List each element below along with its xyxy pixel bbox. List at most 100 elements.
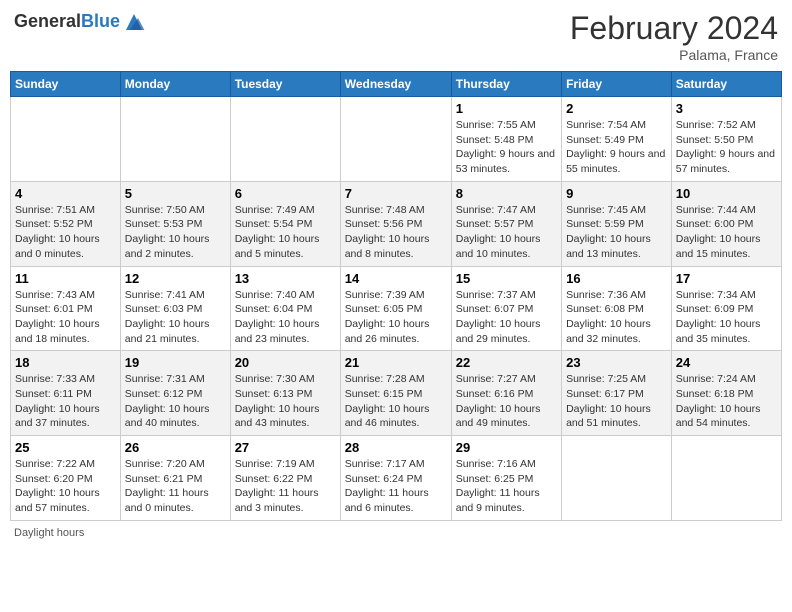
day-info: Sunrise: 7:45 AM Sunset: 5:59 PM Dayligh… (566, 203, 667, 262)
header-day: Friday (562, 72, 672, 97)
calendar-cell: 2 Sunrise: 7:54 AM Sunset: 5:49 PM Daylig… (562, 97, 672, 182)
logo-general: GeneralBlue (14, 12, 120, 32)
calendar-cell: 16 Sunrise: 7:36 AM Sunset: 6:08 PM Dayli… (562, 266, 672, 351)
calendar-cell: 19 Sunrise: 7:31 AM Sunset: 6:12 PM Dayli… (120, 351, 230, 436)
calendar-week-row: 25 Sunrise: 7:22 AM Sunset: 6:20 PM Dayli… (11, 436, 782, 521)
header-day: Thursday (451, 72, 561, 97)
calendar-cell: 12Sunrise: 7:41 AM Sunset: 6:03 PM Dayli… (120, 266, 230, 351)
calendar-week-row: 4 Sunrise: 7:51 AM Sunset: 5:52 PM Daylig… (11, 181, 782, 266)
logo: GeneralBlue (14, 10, 146, 34)
calendar-cell (11, 97, 121, 182)
day-number: 8 (456, 186, 557, 201)
day-info: Sunrise: 7:31 AM Sunset: 6:12 PM Dayligh… (125, 372, 226, 431)
calendar-cell: 9 Sunrise: 7:45 AM Sunset: 5:59 PM Daylig… (562, 181, 672, 266)
day-info: Sunrise: 7:37 AM Sunset: 6:07 PM Dayligh… (456, 288, 557, 347)
day-info: Sunrise: 7:22 AM Sunset: 6:20 PM Dayligh… (15, 457, 116, 516)
calendar-cell (340, 97, 451, 182)
calendar-week-row: 11Sunrise: 7:43 AM Sunset: 6:01 PM Dayli… (11, 266, 782, 351)
header-day: Tuesday (230, 72, 340, 97)
day-info: Sunrise: 7:24 AM Sunset: 6:18 PM Dayligh… (676, 372, 777, 431)
day-number: 27 (235, 440, 336, 455)
header-day: Wednesday (340, 72, 451, 97)
day-number: 11 (15, 271, 116, 286)
calendar-cell: 13Sunrise: 7:40 AM Sunset: 6:04 PM Dayli… (230, 266, 340, 351)
day-number: 25 (15, 440, 116, 455)
day-number: 2 (566, 101, 667, 116)
day-number: 21 (345, 355, 447, 370)
day-number: 6 (235, 186, 336, 201)
calendar-cell: 3 Sunrise: 7:52 AM Sunset: 5:50 PM Daylig… (671, 97, 781, 182)
day-number: 10 (676, 186, 777, 201)
day-number: 4 (15, 186, 116, 201)
title-area: February 2024 Palama, France (570, 10, 778, 63)
day-number: 12 (125, 271, 226, 286)
day-number: 16 (566, 271, 667, 286)
header-day: Sunday (11, 72, 121, 97)
calendar-cell (671, 436, 781, 521)
calendar-cell: 4 Sunrise: 7:51 AM Sunset: 5:52 PM Daylig… (11, 181, 121, 266)
day-info: Sunrise: 7:48 AM Sunset: 5:56 PM Dayligh… (345, 203, 447, 262)
footer: Daylight hours (10, 527, 782, 539)
day-info: Sunrise: 7:20 AM Sunset: 6:21 PM Dayligh… (125, 457, 226, 516)
calendar-cell: 28 Sunrise: 7:17 AM Sunset: 6:24 PM Dayli… (340, 436, 451, 521)
calendar-cell (562, 436, 672, 521)
day-number: 22 (456, 355, 557, 370)
calendar-cell: 23 Sunrise: 7:25 AM Sunset: 6:17 PM Dayli… (562, 351, 672, 436)
calendar-cell: 10 Sunrise: 7:44 AM Sunset: 6:00 PM Dayli… (671, 181, 781, 266)
location: Palama, France (570, 47, 778, 63)
day-number: 17 (676, 271, 777, 286)
day-info: Sunrise: 7:33 AM Sunset: 6:11 PM Dayligh… (15, 372, 116, 431)
day-number: 18 (15, 355, 116, 370)
header-day: Monday (120, 72, 230, 97)
day-info: Sunrise: 7:54 AM Sunset: 5:49 PM Dayligh… (566, 118, 667, 177)
calendar-cell: 17 Sunrise: 7:34 AM Sunset: 6:09 PM Dayli… (671, 266, 781, 351)
day-number: 14 (345, 271, 447, 286)
day-number: 29 (456, 440, 557, 455)
calendar-cell: 5 Sunrise: 7:50 AM Sunset: 5:53 PM Daylig… (120, 181, 230, 266)
calendar-cell: 8 Sunrise: 7:47 AM Sunset: 5:57 PM Daylig… (451, 181, 561, 266)
calendar-cell: 11Sunrise: 7:43 AM Sunset: 6:01 PM Dayli… (11, 266, 121, 351)
day-info: Sunrise: 7:47 AM Sunset: 5:57 PM Dayligh… (456, 203, 557, 262)
day-info: Sunrise: 7:50 AM Sunset: 5:53 PM Dayligh… (125, 203, 226, 262)
day-number: 26 (125, 440, 226, 455)
calendar-cell: 22 Sunrise: 7:27 AM Sunset: 6:16 PM Dayli… (451, 351, 561, 436)
day-info: Sunrise: 7:52 AM Sunset: 5:50 PM Dayligh… (676, 118, 777, 177)
day-number: 20 (235, 355, 336, 370)
calendar-cell: 1Sunrise: 7:55 AM Sunset: 5:48 PM Daylig… (451, 97, 561, 182)
day-info: Sunrise: 7:16 AM Sunset: 6:25 PM Dayligh… (456, 457, 557, 516)
day-info: Sunrise: 7:25 AM Sunset: 6:17 PM Dayligh… (566, 372, 667, 431)
day-number: 1 (456, 101, 557, 116)
calendar-cell: 24 Sunrise: 7:24 AM Sunset: 6:18 PM Dayli… (671, 351, 781, 436)
day-info: Sunrise: 7:44 AM Sunset: 6:00 PM Dayligh… (676, 203, 777, 262)
day-number: 9 (566, 186, 667, 201)
day-info: Sunrise: 7:27 AM Sunset: 6:16 PM Dayligh… (456, 372, 557, 431)
calendar-cell: 14 Sunrise: 7:39 AM Sunset: 6:05 PM Dayli… (340, 266, 451, 351)
day-number: 23 (566, 355, 667, 370)
day-number: 24 (676, 355, 777, 370)
calendar-cell: 7 Sunrise: 7:48 AM Sunset: 5:56 PM Daylig… (340, 181, 451, 266)
day-number: 3 (676, 101, 777, 116)
calendar-cell (120, 97, 230, 182)
day-info: Sunrise: 7:39 AM Sunset: 6:05 PM Dayligh… (345, 288, 447, 347)
day-number: 13 (235, 271, 336, 286)
header-day: Saturday (671, 72, 781, 97)
day-info: Sunrise: 7:36 AM Sunset: 6:08 PM Dayligh… (566, 288, 667, 347)
day-info: Sunrise: 7:17 AM Sunset: 6:24 PM Dayligh… (345, 457, 447, 516)
logo-icon (122, 10, 146, 34)
calendar-cell: 18 Sunrise: 7:33 AM Sunset: 6:11 PM Dayli… (11, 351, 121, 436)
calendar-cell: 6Sunrise: 7:49 AM Sunset: 5:54 PM Daylig… (230, 181, 340, 266)
day-info: Sunrise: 7:34 AM Sunset: 6:09 PM Dayligh… (676, 288, 777, 347)
calendar-week-row: 1Sunrise: 7:55 AM Sunset: 5:48 PM Daylig… (11, 97, 782, 182)
day-number: 15 (456, 271, 557, 286)
day-number: 5 (125, 186, 226, 201)
calendar-cell: 15 Sunrise: 7:37 AM Sunset: 6:07 PM Dayli… (451, 266, 561, 351)
daylight-label: Daylight hours (14, 527, 84, 539)
day-number: 19 (125, 355, 226, 370)
calendar-week-row: 18 Sunrise: 7:33 AM Sunset: 6:11 PM Dayli… (11, 351, 782, 436)
day-number: 7 (345, 186, 447, 201)
calendar-cell: 27Sunrise: 7:19 AM Sunset: 6:22 PM Dayli… (230, 436, 340, 521)
day-info: Sunrise: 7:28 AM Sunset: 6:15 PM Dayligh… (345, 372, 447, 431)
day-info: Sunrise: 7:51 AM Sunset: 5:52 PM Dayligh… (15, 203, 116, 262)
day-number: 28 (345, 440, 447, 455)
calendar-cell (230, 97, 340, 182)
